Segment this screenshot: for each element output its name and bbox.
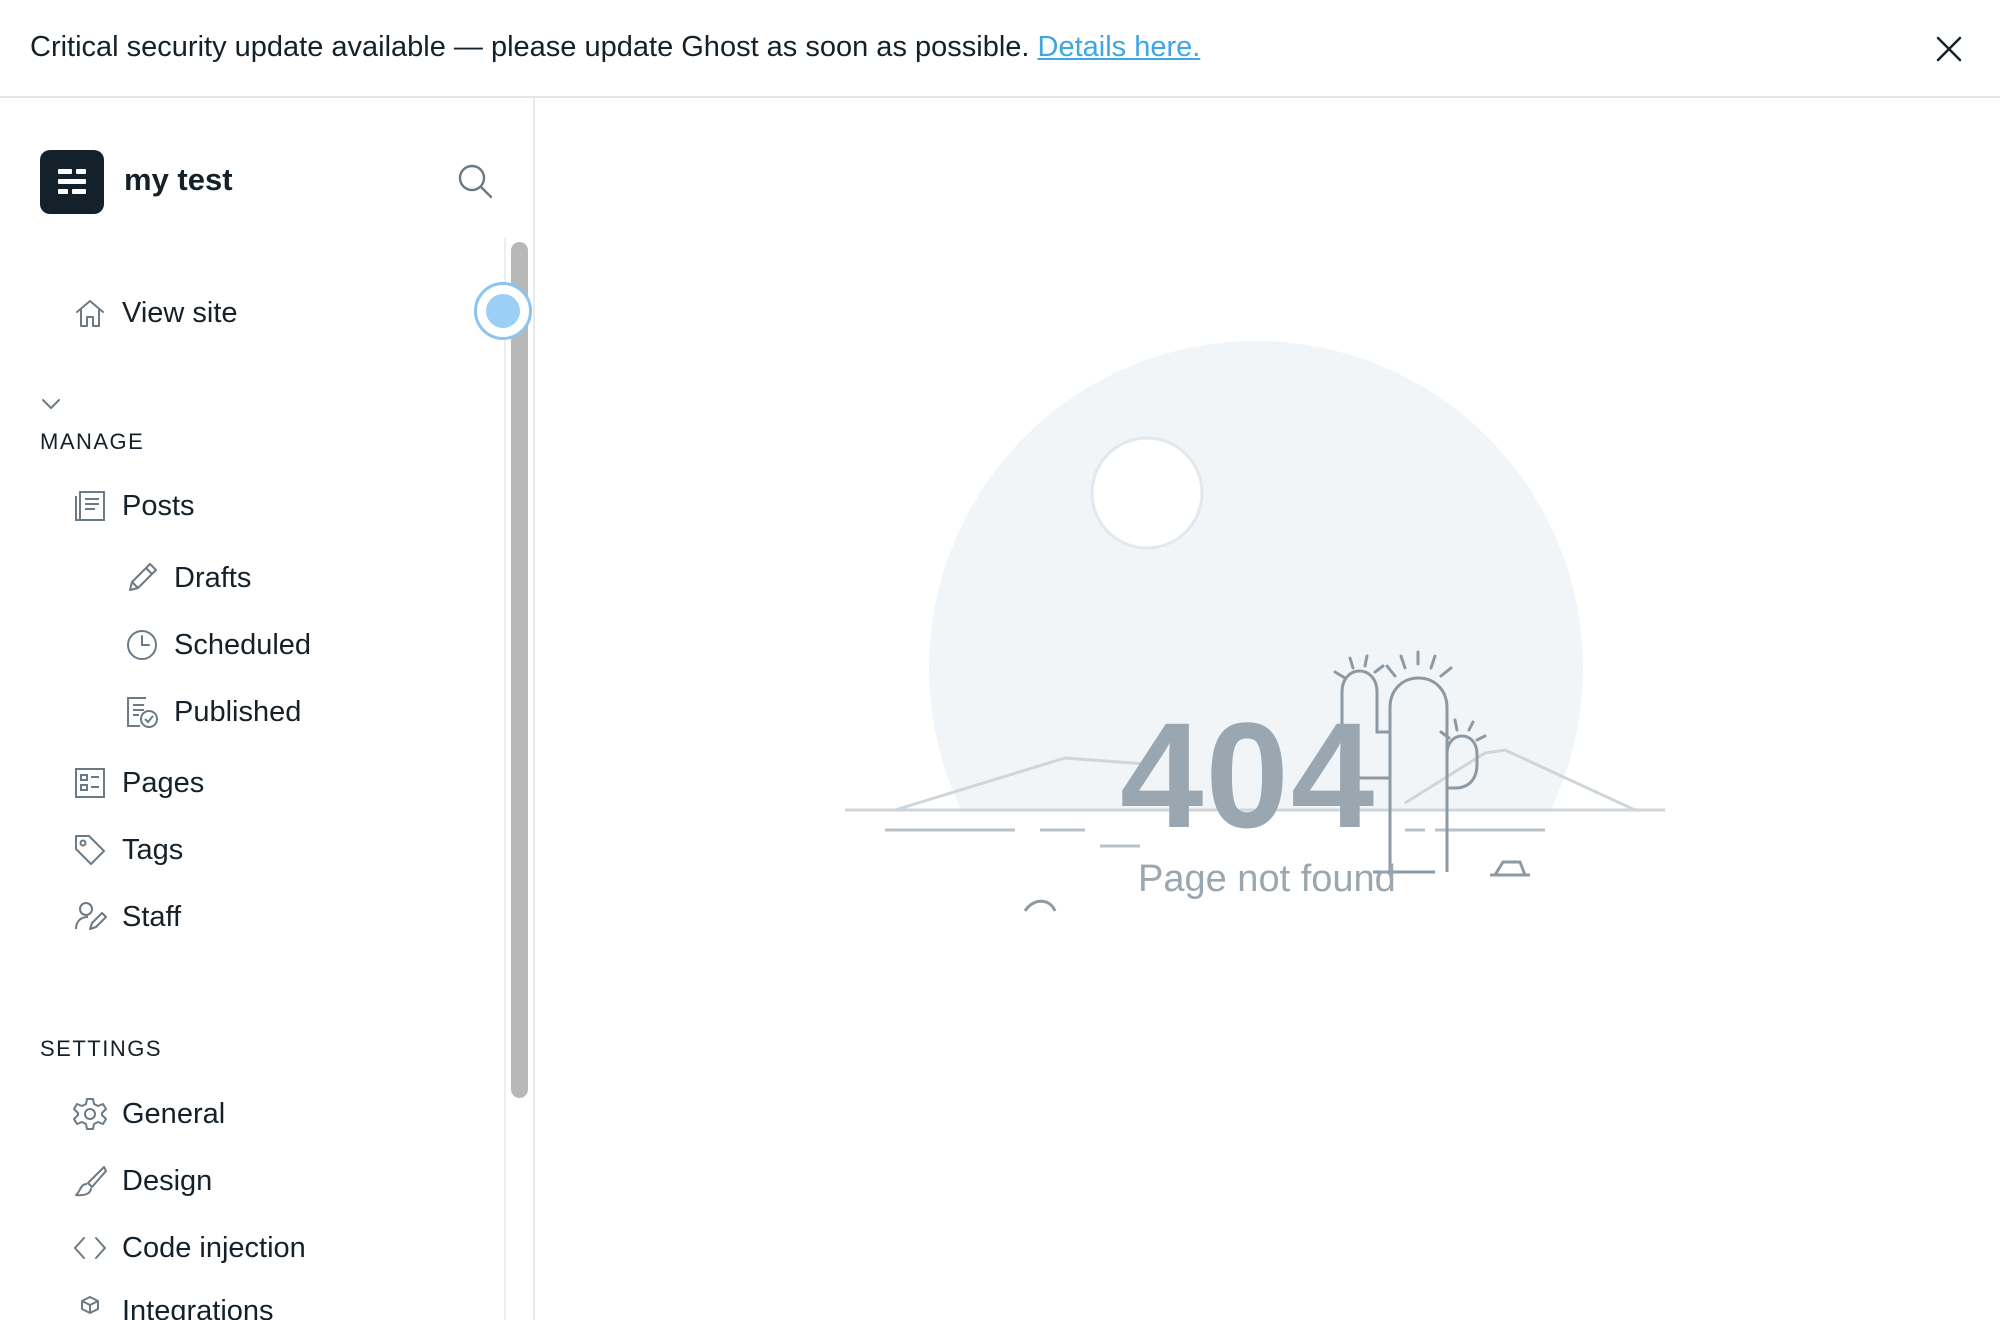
scrollbar-thumb[interactable] <box>511 242 528 1098</box>
clock-icon <box>127 630 157 660</box>
nav-scheduled-label: Scheduled <box>174 629 312 661</box>
nav-integrations-label: Integrations <box>122 1295 274 1320</box>
error-code: 404 <box>1120 691 1377 859</box>
published-icon <box>127 697 158 728</box>
nav-code-injection-label: Code injection <box>122 1232 306 1264</box>
scrollbar-track <box>504 238 506 1320</box>
settings-heading: SETTINGS <box>40 1036 163 1061</box>
nav-code-injection[interactable]: Code injection <box>72 1223 372 1273</box>
cursor-hover-indicator <box>474 282 532 340</box>
nav-pages-label: Pages <box>122 767 205 799</box>
close-icon[interactable] <box>1930 30 1968 68</box>
sidebar: my test View site MANAGE Posts Drafts Sc… <box>0 98 535 1320</box>
site-title[interactable]: my test <box>124 162 233 198</box>
pages-icon <box>75 768 105 798</box>
nav-view-site-label: View site <box>122 297 238 329</box>
tag-icon <box>75 835 105 865</box>
nav-drafts-label: Drafts <box>174 562 252 594</box>
site-logo[interactable] <box>40 150 104 214</box>
nav-view-site[interactable]: View site <box>72 288 372 338</box>
nav-scheduled[interactable]: Scheduled <box>124 620 384 670</box>
nav-design[interactable]: Design <box>72 1156 372 1206</box>
nav-published-label: Published <box>174 696 302 728</box>
pencil-icon <box>129 563 157 591</box>
nav-published[interactable]: Published <box>124 687 384 737</box>
chevron-down-icon[interactable] <box>38 391 64 417</box>
integrations-icon <box>81 1296 99 1314</box>
home-icon <box>76 300 104 327</box>
posts-icon <box>75 491 105 521</box>
error-message: Page not found <box>1138 858 1396 900</box>
nav-posts[interactable]: Posts <box>72 481 372 531</box>
nav-general[interactable]: General <box>72 1089 372 1139</box>
staff-icon <box>75 902 107 930</box>
nav-staff[interactable]: Staff <box>72 892 372 942</box>
gear-icon <box>73 1098 107 1130</box>
moon-circle <box>1090 436 1204 550</box>
details-link[interactable]: Details here. <box>1038 31 1201 63</box>
nav-integrations[interactable]: Integrations <box>72 1286 372 1320</box>
nav-pages[interactable]: Pages <box>72 758 372 808</box>
main-content: 404 Page not found <box>535 98 2000 1320</box>
manage-heading: MANAGE <box>40 429 145 454</box>
logo-icon <box>58 169 86 194</box>
brush-icon <box>75 1166 107 1197</box>
search-icon[interactable] <box>455 161 495 201</box>
banner-message: Critical security update available — ple… <box>30 31 1200 64</box>
code-icon <box>74 1237 106 1259</box>
nav-design-label: Design <box>122 1165 213 1197</box>
security-update-banner: Critical security update available — ple… <box>0 0 2000 98</box>
nav-drafts[interactable]: Drafts <box>124 553 384 603</box>
nav-posts-label: Posts <box>122 490 195 522</box>
nav-general-label: General <box>122 1098 226 1130</box>
nav-tags-label: Tags <box>122 834 184 866</box>
nav-tags[interactable]: Tags <box>72 825 372 875</box>
banner-message-text: Critical security update available — ple… <box>30 31 1038 63</box>
nav-staff-label: Staff <box>122 901 182 933</box>
